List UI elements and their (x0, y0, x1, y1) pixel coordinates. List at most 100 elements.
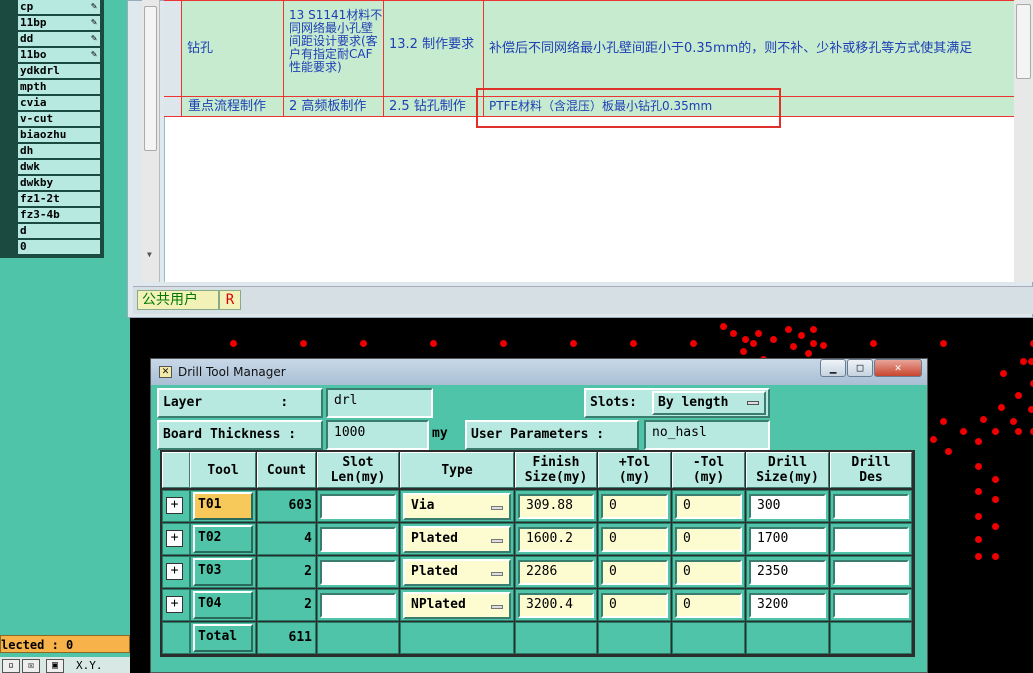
finish-size-field[interactable]: 3200.4 (518, 593, 594, 618)
column-header-finish[interactable]: Finish Size(my) (515, 452, 597, 488)
layer-item-cvia[interactable]: cvia (18, 96, 100, 112)
board-thickness-label: Board Thickness : (157, 420, 323, 450)
close-button[interactable]: ✕ (874, 359, 922, 377)
column-header-slot_len[interactable]: Slot Len(my) (317, 452, 399, 488)
drill-pad (500, 340, 507, 347)
layer-field[interactable]: drl (326, 388, 433, 418)
minimize-button[interactable]: ▁ (820, 359, 846, 377)
drill-size-field[interactable]: 3200 (749, 593, 826, 618)
drill-des-field[interactable] (833, 593, 909, 618)
expand-row-icon[interactable]: + (166, 596, 183, 613)
column-header-tool[interactable]: Tool (190, 452, 256, 488)
column-header-drill_des[interactable]: Drill Des (830, 452, 912, 488)
layer-item-ydkdrl[interactable]: ydkdrl (18, 64, 100, 80)
layer-item-0[interactable]: 0 (18, 240, 100, 256)
expand-row-icon[interactable]: + (166, 530, 183, 547)
drill-size-field[interactable]: 300 (749, 494, 826, 519)
scroll-down-arrow-icon[interactable]: ▼ (147, 250, 152, 259)
minus-tol-field[interactable]: 0 (675, 593, 742, 618)
drill-pad (975, 463, 982, 470)
plus-tol-field[interactable]: 0 (601, 494, 668, 519)
spec-cell-process: 重点流程制作 (182, 97, 284, 116)
tool-button-T03[interactable]: T03 (193, 558, 253, 586)
layer-name: 11bo (20, 48, 47, 61)
tool-count: 603 (288, 498, 312, 513)
expand-row-icon[interactable]: + (166, 497, 183, 514)
plus-tol-field[interactable]: 0 (601, 527, 668, 552)
layer-item-d[interactable]: d (18, 224, 100, 240)
layer-item-dwk[interactable]: dwk (18, 160, 100, 176)
maximize-button[interactable]: □ (847, 359, 873, 377)
slot-length-field[interactable] (320, 527, 396, 552)
column-header-count[interactable]: Count (257, 452, 316, 488)
table-cell (598, 622, 671, 654)
minus-tol-field[interactable]: 0 (675, 560, 742, 585)
drill-des-field[interactable] (833, 494, 909, 519)
layer-label: Layer : (157, 388, 323, 418)
type-dropdown[interactable]: Via (403, 493, 511, 520)
layer-item-fz1-2t[interactable]: fz1-2t (18, 192, 100, 208)
minus-tol-field[interactable]: 0 (675, 494, 742, 519)
tab-r[interactable]: R (219, 290, 241, 310)
row-header-cell (164, 97, 182, 116)
slots-dropdown[interactable]: By length (652, 391, 766, 415)
minus-tol-field[interactable]: 0 (675, 527, 742, 552)
drill-tool-table: Tool Count Slot Len(my) Type Finish Size(my)… (160, 450, 915, 657)
slot-length-field[interactable] (320, 560, 396, 585)
drill-des-field[interactable] (833, 560, 909, 585)
column-header-type[interactable]: Type (400, 452, 514, 488)
layer-item-fz3-4b[interactable]: fz3-4b (18, 208, 100, 224)
layer-item-mpth[interactable]: mpth (18, 80, 100, 96)
layer-name: 11bp (20, 16, 47, 29)
column-header-ntol[interactable]: -Tol (my) (672, 452, 745, 488)
drill-des-field[interactable] (833, 527, 909, 552)
window-titlebar[interactable]: ✕ Drill Tool Manager (151, 359, 927, 385)
drill-pad (1028, 406, 1033, 413)
plus-tol-field[interactable]: 0 (601, 560, 668, 585)
layer-item-11bo[interactable]: 11bo ✎ (18, 48, 100, 64)
type-dropdown[interactable]: NPlated (403, 592, 511, 619)
drill-pad (300, 340, 307, 347)
toolbar-button-2[interactable]: ☒ (22, 659, 40, 673)
type-dropdown[interactable]: Plated (403, 559, 511, 586)
spec-row-drilling[interactable]: 钻孔 13 S1141材料不同网络最小孔壁间距设计要求(客户有指定耐CAF性能要… (164, 0, 1014, 97)
table-cell (317, 622, 399, 654)
tool-count: 2 (304, 564, 312, 579)
finish-size-field[interactable]: 2286 (518, 560, 594, 585)
layer-item-11bp[interactable]: 11bp ✎ (18, 16, 100, 32)
layer-item-dwkby[interactable]: dwkby (18, 176, 100, 192)
layer-name: dh (20, 144, 34, 157)
finish-size-field[interactable]: 1600.2 (518, 527, 594, 552)
layer-item-cp[interactable]: cp ✎ (18, 0, 100, 16)
left-scrollbar[interactable]: ▼ (142, 0, 160, 282)
tab-public-user[interactable]: 公共用户 (137, 290, 219, 310)
drill-size-field[interactable]: 1700 (749, 527, 826, 552)
left-scrollbar-thumb[interactable] (144, 6, 157, 151)
layer-item-dh[interactable]: dh (18, 144, 100, 160)
drill-size-field[interactable]: 2350 (749, 560, 826, 585)
board-thickness-field[interactable]: 1000 (326, 420, 429, 450)
expand-row-icon[interactable]: + (166, 563, 183, 580)
toolbar-button-1[interactable]: ▫ (2, 659, 20, 673)
right-scrollbar-thumb[interactable] (1016, 4, 1031, 79)
toolbar-button-3[interactable]: ▣ (46, 659, 64, 673)
tool-button-T04[interactable]: T04 (193, 591, 253, 619)
slot-length-field[interactable] (320, 494, 396, 519)
layer-item-biaozhu[interactable]: biaozhu (18, 128, 100, 144)
user-parameters-field[interactable]: no_hasl (644, 420, 770, 450)
drill-pad (1020, 358, 1027, 365)
finish-size-field[interactable]: 309.88 (518, 494, 594, 519)
user-parameters-button[interactable]: User Parameters : (465, 420, 639, 450)
column-header-rowic[interactable] (162, 452, 190, 488)
tool-button-T01[interactable]: T01 (193, 492, 253, 520)
plus-tol-field[interactable]: 0 (601, 593, 668, 618)
layer-item-v-cut[interactable]: v-cut (18, 112, 100, 128)
type-dropdown[interactable]: Plated (403, 526, 511, 553)
layer-item-dd[interactable]: dd ✎ (18, 32, 100, 48)
slot-length-field[interactable] (320, 593, 396, 618)
tool-button-T02[interactable]: T02 (193, 525, 253, 553)
drill-pad (1010, 418, 1017, 425)
column-header-drill_size[interactable]: Drill Size(my) (746, 452, 829, 488)
column-header-ptol[interactable]: +Tol (my) (598, 452, 671, 488)
right-scrollbar[interactable] (1014, 0, 1033, 282)
